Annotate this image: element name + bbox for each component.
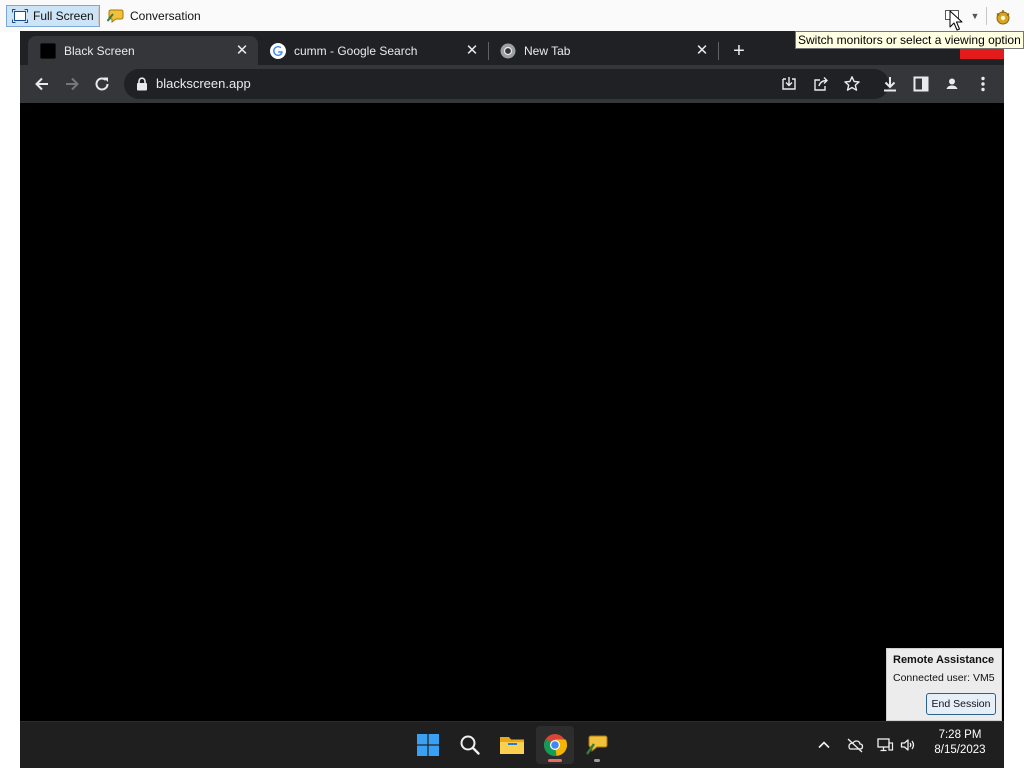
onedrive-offline-icon[interactable] — [846, 736, 864, 754]
back-arrow-icon[interactable] — [32, 74, 52, 94]
google-icon — [270, 42, 286, 59]
taskbar-file-explorer[interactable] — [493, 726, 531, 764]
start-icon — [417, 734, 439, 756]
tab-google-search[interactable]: cumm - Google Search ✕ — [258, 36, 488, 65]
clock-date: 8/15/2023 — [934, 744, 986, 756]
side-panel-icon[interactable] — [911, 74, 931, 94]
tooltip: Switch monitors or select a viewing opti… — [795, 31, 1024, 49]
windows-taskbar: 7:28 PM 8/15/2023 — [20, 721, 1004, 768]
chrome-icon — [544, 734, 567, 756]
more-menu-icon[interactable] — [973, 74, 993, 94]
panel-title: Remote Assistance — [893, 654, 995, 666]
window-close-highlight[interactable] — [960, 49, 1004, 59]
install-app-icon[interactable] — [780, 75, 798, 93]
browser-toolbar: blackscreen.app — [20, 65, 1004, 103]
toolbar-divider — [98, 7, 99, 25]
file-explorer-icon — [500, 737, 524, 754]
clock-time: 7:28 PM — [938, 729, 982, 741]
tab-title: Black Screen — [64, 43, 135, 58]
chevron-down-icon[interactable]: ▼ — [969, 10, 981, 22]
search-icon — [460, 735, 480, 755]
forward-arrow-icon[interactable] — [62, 74, 82, 94]
tab-new-tab[interactable]: New Tab ✕ — [488, 36, 718, 65]
black-square-icon — [40, 42, 56, 59]
settings-icon[interactable] — [994, 8, 1012, 26]
active-app-indicator — [548, 759, 562, 762]
taskbar-clock[interactable]: 7:28 PM 8/15/2023 — [920, 728, 1000, 758]
page-content-black[interactable] — [20, 103, 1004, 721]
taskbar-chrome[interactable] — [536, 726, 574, 764]
chevron-up-icon[interactable] — [815, 736, 833, 754]
remote-assistance-icon — [586, 735, 608, 755]
address-bar[interactable]: blackscreen.app — [124, 69, 889, 99]
remote-desktop-view[interactable]: Black Screen ✕ cumm - Google Search ✕ Ne… — [20, 31, 1004, 768]
taskbar-remote-assistance[interactable] — [578, 726, 616, 764]
remote-assistance-toolbar: Full Screen Conversation ▼ — [0, 0, 1024, 32]
conversation-button[interactable]: Conversation — [102, 5, 206, 27]
new-tab-button[interactable]: + — [727, 39, 751, 63]
fullscreen-icon — [12, 9, 28, 23]
close-icon[interactable]: ✕ — [694, 42, 710, 59]
url-text[interactable]: blackscreen.app — [156, 76, 251, 91]
bookmark-star-icon[interactable] — [843, 75, 861, 93]
remote-assistance-panel: Remote Assistance Connected user: VM5 En… — [886, 648, 1002, 721]
tab-title: cumm - Google Search — [294, 43, 418, 58]
end-session-button[interactable]: End Session — [926, 693, 996, 715]
tab-title: New Tab — [524, 43, 571, 58]
full-screen-button[interactable]: Full Screen — [6, 5, 100, 27]
chrome-icon — [500, 43, 516, 58]
close-icon[interactable]: ✕ — [464, 42, 480, 59]
chat-icon — [107, 9, 124, 23]
full-screen-label: Full Screen — [33, 9, 94, 23]
lock-icon[interactable] — [136, 77, 148, 91]
volume-icon[interactable] — [899, 736, 917, 754]
profile-icon[interactable] — [942, 74, 962, 94]
toolbar-divider — [986, 7, 987, 25]
running-app-indicator — [594, 759, 600, 762]
share-icon[interactable] — [812, 75, 830, 93]
tab-divider — [718, 42, 719, 60]
conversation-label: Conversation — [130, 9, 201, 23]
reload-icon[interactable] — [92, 74, 112, 94]
mouse-cursor-icon — [949, 10, 963, 31]
download-icon[interactable] — [880, 74, 900, 94]
close-icon[interactable]: ✕ — [234, 42, 250, 59]
tab-black-screen[interactable]: Black Screen ✕ — [28, 36, 258, 65]
start-button[interactable] — [409, 726, 447, 764]
network-icon[interactable] — [876, 736, 894, 754]
connected-user-text: Connected user: VM5 — [893, 672, 995, 684]
taskbar-search-button[interactable] — [451, 726, 489, 764]
